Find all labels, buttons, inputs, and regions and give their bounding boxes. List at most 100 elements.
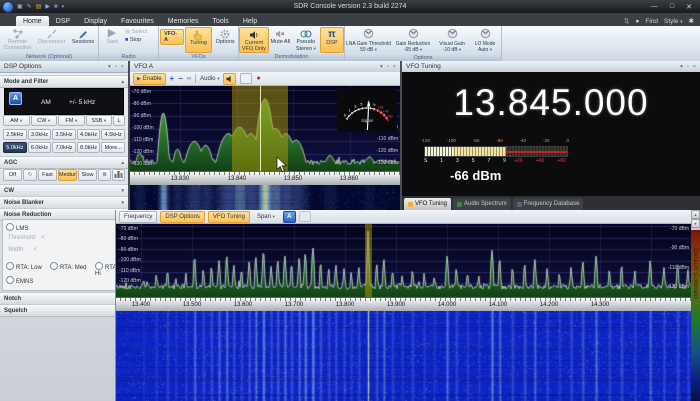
panel-splitter[interactable]	[400, 61, 402, 210]
minimize-icon[interactable]: —	[651, 3, 658, 11]
frequency-tab[interactable]: Frequency	[119, 211, 157, 223]
agc-refresh-icon[interactable]: ↻	[23, 169, 37, 181]
main-spectrum-canvas[interactable]	[116, 224, 692, 297]
audio-dropdown[interactable]: Audio ▾	[200, 76, 219, 82]
frequency-readout[interactable]: 13.845.000	[402, 82, 700, 124]
strip-down-button[interactable]: ▾	[691, 219, 700, 228]
zoom-out-button[interactable]: −	[178, 74, 183, 83]
vfo-a-select-button[interactable]: A	[283, 211, 296, 223]
collapse-icon[interactable]: ▴	[121, 160, 124, 166]
extra-tool-button[interactable]	[299, 211, 311, 222]
float-icon[interactable]: ▫	[387, 64, 389, 70]
agc-medium-button[interactable]: Medium	[58, 169, 77, 181]
filter-2p5-button[interactable]: 2.5kHz	[3, 129, 27, 140]
infinity-icon[interactable]: ∞	[187, 76, 191, 82]
dsp-options-tab[interactable]: DSP Options	[160, 211, 205, 223]
vfo-a-waterfall-canvas[interactable]	[130, 185, 400, 210]
pin-icon[interactable]: ▾	[108, 64, 111, 70]
enable-button[interactable]: ▶ Enable	[133, 73, 166, 85]
strip-up-button[interactable]: ▴	[691, 210, 700, 219]
agc-graph-icon[interactable]	[112, 169, 125, 181]
pseudo-stereo-button[interactable]: Pseudo Stereo ▾	[292, 27, 320, 53]
main-frequency-scale[interactable]: 13.400 13.500 13.600 13.700 13.800 13.90…	[116, 297, 692, 312]
mode-am-button[interactable]: AM ▾	[3, 115, 30, 126]
float-icon[interactable]: ▫	[687, 64, 689, 70]
stop-button[interactable]: ■ Stop	[125, 37, 147, 43]
nr-emns-radio[interactable]: EMNS	[6, 276, 33, 285]
play-icon[interactable]: ▶	[45, 3, 50, 10]
mode-cw-button[interactable]: CW ▾	[31, 115, 58, 126]
vfo-tuning-tab[interactable]: VFO Tuning	[208, 211, 250, 223]
filter-3p5-button[interactable]: 3.5kHz	[52, 129, 76, 140]
tab-display[interactable]: Display	[77, 16, 114, 26]
float-icon[interactable]: ▫	[115, 64, 117, 70]
mute-all-button[interactable]: Mute All	[269, 27, 292, 53]
lo-mode-button[interactable]: LO Mode Auto ▾	[470, 27, 500, 54]
dsp-button[interactable]: π DSP	[320, 27, 344, 53]
agc-slow-button[interactable]: Slow	[78, 169, 97, 181]
filter-7-button[interactable]: 7.0kHz	[52, 142, 76, 153]
mode-fm-button[interactable]: FM ▾	[58, 115, 85, 126]
filter-4-button[interactable]: 4.0kHz	[77, 129, 101, 140]
record-icon[interactable]: ●	[256, 75, 260, 82]
speaker-button[interactable]	[223, 73, 236, 85]
panel-splitter[interactable]	[128, 61, 130, 210]
zoom-in-button[interactable]: +	[170, 74, 175, 83]
expand-icon[interactable]: ▾	[121, 200, 124, 206]
section-squelch[interactable]: Squelch▾	[0, 304, 128, 317]
tab-dsp[interactable]: DSP	[49, 16, 77, 26]
qat-dropdown-icon[interactable]: ▾	[62, 4, 65, 10]
folder-icon[interactable]: ▤	[36, 3, 42, 10]
filter-4p5-button[interactable]: 4.5kHz	[101, 129, 125, 140]
nr-rta-low-radio[interactable]: RTA: Low	[6, 262, 42, 271]
close-icon[interactable]: ✕	[686, 3, 692, 11]
tab-tools[interactable]: Tools	[205, 16, 235, 26]
stop-icon[interactable]: ■	[54, 4, 58, 10]
settings-icon[interactable]: ✱	[689, 17, 694, 25]
pin-icon[interactable]: ▾	[680, 64, 683, 70]
lna-gain-threshold-button[interactable]: LNA Gain Threshold 59 dB ▾	[345, 27, 392, 54]
pin-icon[interactable]: ▾	[380, 64, 383, 70]
visual-gain-button[interactable]: Visual Gain -10 dB ▾	[434, 27, 470, 54]
nr-lms-radio[interactable]: LMS	[6, 223, 28, 232]
tab-help[interactable]: Help	[236, 16, 264, 26]
filter-8-button[interactable]: 8.0kHz	[77, 142, 101, 153]
tab-audio-spectrum[interactable]: Audio Spectrum	[453, 198, 511, 210]
filter-6-button[interactable]: 6.0kHz	[28, 142, 52, 153]
vfo-a-frequency-scale[interactable]: 13.830 13.840 13.850 13.860	[130, 171, 400, 186]
options-mini-button[interactable]	[240, 73, 252, 84]
expand-icon[interactable]: ▾	[121, 188, 124, 194]
disconnect-button[interactable]: Disconnect	[35, 27, 68, 53]
sessions-button[interactable]: Sessions	[68, 27, 98, 53]
tab-favourites[interactable]: Favourites	[114, 16, 161, 26]
start-button[interactable]: ▶ Start	[99, 27, 125, 53]
main-waterfall-canvas[interactable]	[116, 311, 692, 401]
style-button[interactable]: Style ▾	[664, 18, 683, 25]
agc-list-icon[interactable]: ≣	[98, 169, 111, 181]
vfo-a-button[interactable]: VFO-A	[160, 29, 184, 45]
agc-fast-button[interactable]: Fast	[38, 169, 57, 181]
tab-vfo-tuning[interactable]: VFO Tuning	[404, 198, 451, 210]
tuning-button[interactable]: Tuning	[185, 27, 213, 53]
nr-rta-med-radio[interactable]: RTA: Med	[50, 262, 86, 271]
section-agc[interactable]: AGC▴	[0, 156, 128, 169]
tab-memories[interactable]: Memories	[161, 16, 206, 26]
tab-frequency-database[interactable]: Frequency Database	[513, 198, 584, 210]
mode-ssb-button[interactable]: SSB ▾	[86, 115, 113, 126]
close-icon[interactable]: ×	[121, 64, 124, 70]
find-button[interactable]: Find	[645, 18, 658, 25]
close-icon[interactable]: ×	[693, 64, 696, 70]
remote-connection-button[interactable]: Remote Connection	[0, 27, 35, 53]
main-spectrum[interactable]: -70 dBm-80 dBm-90 dBm -100 dBm-110 dBm-1…	[116, 224, 692, 297]
select-button[interactable]: ▤ Select	[125, 29, 147, 35]
updown-arrows-icon[interactable]: ⇅	[624, 17, 629, 25]
edit-icon[interactable]: ✎	[27, 3, 32, 10]
filter-more-button[interactable]: More...	[101, 142, 125, 153]
filter-5-button[interactable]: 5.0kHz	[3, 142, 27, 153]
agc-off-button[interactable]: Off	[3, 169, 22, 181]
gain-reduction-button[interactable]: Gain Reduction -65 dB ▾	[392, 27, 434, 54]
section-mode-filter[interactable]: Mode and Filter▴	[0, 75, 128, 88]
filter-3-button[interactable]: 3.0kHz	[28, 129, 52, 140]
vfo-options-button[interactable]: Options	[212, 27, 238, 53]
mode-more-button[interactable]: L	[113, 115, 125, 126]
